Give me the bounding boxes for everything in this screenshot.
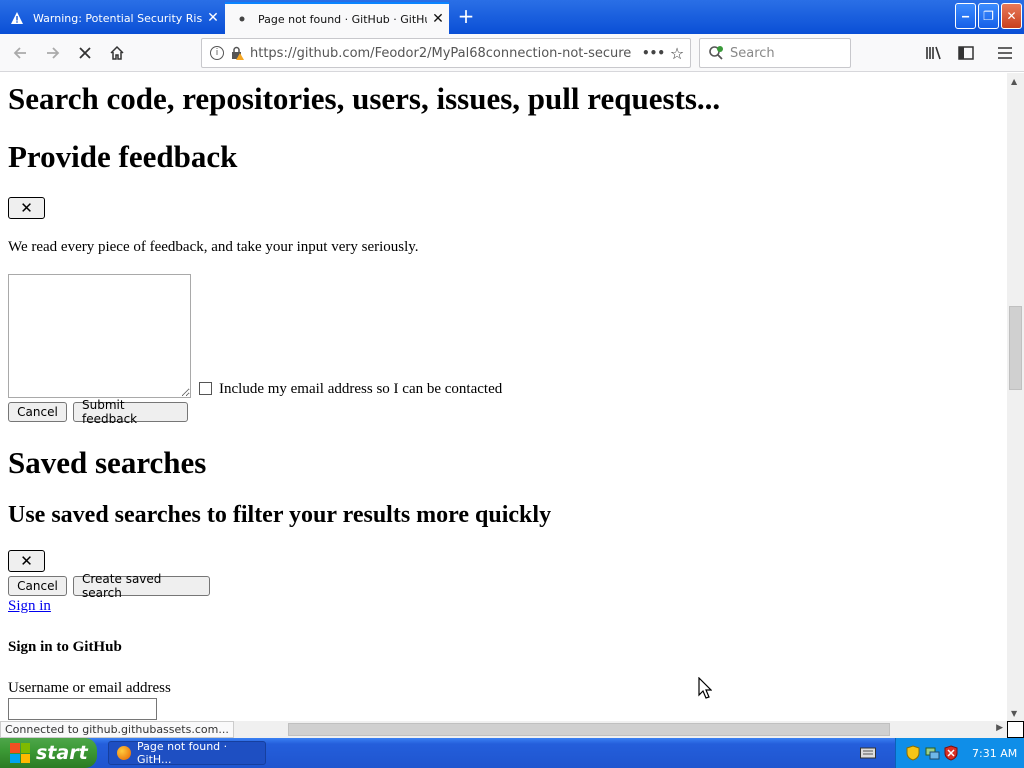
close-tab-icon[interactable]: ✕ [202,10,224,26]
minimize-button[interactable]: ‒ [955,3,976,29]
feedback-heading: Provide feedback [8,139,238,174]
search-bar[interactable]: Search [699,38,851,68]
windows-flag-icon [10,743,30,763]
taskbar: start Page not found · GitH... 7:31 AM [0,738,1024,768]
saved-searches-subheading: Use saved searches to filter your result… [8,502,552,528]
feedback-description: We read every piece of feedback, and tak… [8,239,419,255]
clock[interactable]: 7:31 AM [972,747,1017,760]
info-icon[interactable]: i [210,46,224,60]
home-button[interactable] [103,39,131,67]
scroll-right-icon[interactable]: ▶ [996,723,1003,733]
saved-search-cancel-button[interactable]: Cancel [8,576,67,596]
system-tray: 7:31 AM [895,738,1024,768]
library-button[interactable] [920,39,948,67]
start-label: start [36,742,88,764]
new-tab-button[interactable]: + [452,4,480,30]
address-bar[interactable]: i https://github.com/Feodor2/MyPal68conn… [201,38,691,68]
forward-button[interactable] [39,39,67,67]
start-button[interactable]: start [0,738,97,768]
submit-feedback-button[interactable]: Submit feedback [73,398,188,426]
vertical-scroll-thumb[interactable] [1009,306,1022,390]
tab-page-not-found[interactable]: Page not found · GitHub · GitHub ✕ [225,2,449,34]
feedback-close-button[interactable]: ✕ [8,197,45,219]
sign-in-heading: Sign in to GitHub [8,639,122,655]
include-email-label: Include my email address so I can be con… [219,381,503,397]
tab-title: Page not found · GitHub · GitHub [258,12,427,26]
sidebar-icon [958,46,974,60]
taskbar-item-label: Page not found · GitH... [136,740,228,766]
username-label: Username or email address [8,680,171,696]
scroll-up-icon[interactable]: ▲ [1011,77,1017,86]
sign-in-link[interactable]: Sign in [8,598,51,615]
search-heading: Search code, repositories, users, issues… [8,81,721,116]
horizontal-scroll-thumb[interactable] [288,723,890,736]
network-icon[interactable] [924,745,940,761]
search-placeholder: Search [730,45,775,61]
tab-strip: Warning: Potential Security Risk Ah ✕ Pa… [0,0,1024,34]
tab-security-warning[interactable]: Warning: Potential Security Risk Ah ✕ [0,2,224,34]
create-saved-search-button[interactable]: Create saved search [73,572,210,600]
restore-button[interactable]: ❐ [978,3,999,29]
mouse-cursor-icon [698,677,712,699]
back-button[interactable] [6,39,34,67]
status-panel: Connected to github.githubassets.com... [0,721,234,738]
back-arrow-icon [13,47,26,59]
stop-button[interactable] [71,39,99,67]
feedback-textarea[interactable] [8,274,191,398]
shield-icon[interactable] [906,745,920,761]
home-icon [110,45,124,60]
menu-button[interactable] [991,39,1019,67]
warning-icon [9,10,25,26]
stop-icon [79,47,91,59]
insecure-lock-icon[interactable] [230,46,244,60]
vertical-scrollbar[interactable]: ▲ ▼ [1007,73,1024,721]
scroll-corner [1007,721,1024,738]
loading-dot-icon [234,11,250,27]
saved-searches-close-button[interactable]: ✕ [8,550,45,572]
include-email-checkbox[interactable] [199,382,212,395]
scroll-down-icon[interactable]: ▼ [1011,709,1017,718]
taskbar-item-firefox[interactable]: Page not found · GitH... [108,740,266,766]
page-actions-icon[interactable]: ••• [642,46,665,60]
url-text: https://github.com/Feodor2/MyPal68connec… [250,45,632,61]
saved-searches-heading: Saved searches [8,445,207,480]
bookmark-star-icon[interactable]: ☆ [664,44,690,63]
forward-arrow-icon [47,47,60,59]
sidebar-button[interactable] [952,39,980,67]
hamburger-icon [998,47,1012,59]
navigation-toolbar: i https://github.com/Feodor2/MyPal68conn… [0,34,1024,72]
security-alert-icon[interactable] [944,745,958,761]
search-icon [708,45,724,61]
keyboard-icon[interactable] [860,746,876,760]
feedback-cancel-button[interactable]: Cancel [8,402,67,422]
username-input[interactable] [8,698,157,720]
library-icon [926,46,941,60]
close-window-button[interactable]: ✕ [1001,3,1022,29]
page-content: Search code, repositories, users, issues… [0,73,1007,721]
firefox-icon [117,746,131,760]
close-tab-icon[interactable]: ✕ [427,11,449,27]
tab-title: Warning: Potential Security Risk Ah [33,11,202,25]
